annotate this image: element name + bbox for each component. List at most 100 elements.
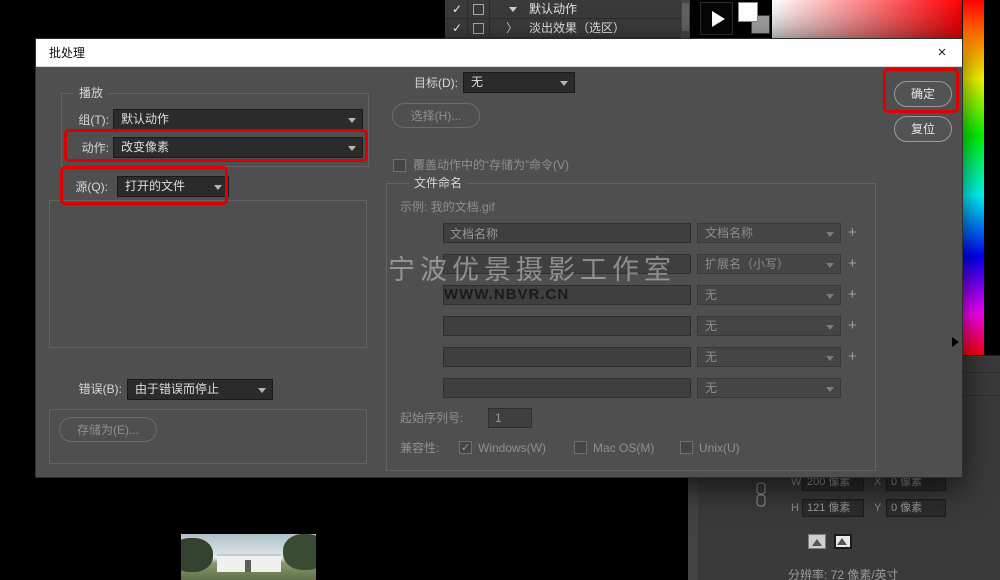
naming-select-value: 无 [705, 381, 717, 395]
chevron-down-icon [826, 387, 834, 392]
action-row-fade-effect[interactable]: ✓ 〉 淡出效果（选区） [445, 19, 681, 38]
naming-field-4[interactable] [443, 316, 691, 336]
hue-slider[interactable] [963, 0, 984, 356]
hue-marker-icon[interactable] [952, 337, 959, 347]
color-swatches-icon[interactable] [737, 1, 773, 37]
chevron-down-icon [560, 81, 568, 86]
naming-select-2[interactable]: 扩展名（小写） [697, 254, 841, 274]
dialog-toggle-icon[interactable] [473, 4, 484, 15]
naming-field-1[interactable] [443, 223, 691, 243]
column-divider [467, 0, 468, 19]
naming-select-6[interactable]: 无 [697, 378, 841, 398]
y-label: Y [874, 499, 881, 517]
tree-shape [283, 534, 316, 570]
macos-label: Mac OS(M) [593, 438, 654, 459]
actions-panel: ✓ 默认动作 ✓ 〉 淡出效果（选区） [445, 0, 681, 38]
naming-select-3[interactable]: 无 [697, 285, 841, 305]
chevron-down-icon [826, 263, 834, 268]
close-button[interactable]: × [922, 39, 962, 67]
compatibility-label: 兼容性: [400, 438, 439, 459]
tree-shape [181, 538, 213, 572]
framed-image-icon[interactable] [834, 534, 852, 549]
check-icon[interactable]: ✓ [452, 2, 462, 17]
macos-checkbox[interactable] [574, 441, 587, 454]
resolution-readout: 分辨率: 72 像素/英寸 [788, 566, 899, 580]
action-label[interactable]: 淡出效果（选区） [529, 21, 625, 36]
color-picker-field[interactable] [772, 0, 962, 38]
naming-select-value: 文档名称 [705, 226, 753, 240]
chevron-down-icon [348, 118, 356, 123]
annotation-box-action-row [64, 129, 368, 162]
dialog-titlebar[interactable]: 批处理 × [36, 39, 962, 67]
mountain-icon [837, 538, 847, 545]
override-checkbox[interactable] [393, 159, 406, 172]
group-label: 组(T): [54, 110, 109, 131]
naming-select-value: 无 [705, 319, 717, 333]
destination-dropdown[interactable]: 无 [463, 72, 575, 93]
column-divider [467, 19, 468, 38]
collapse-chevron-icon[interactable]: 〉 [506, 21, 518, 36]
destination-label: 目标(D): [388, 73, 458, 94]
naming-select-value: 无 [705, 288, 717, 302]
play-button[interactable] [700, 2, 733, 35]
serial-input[interactable] [488, 408, 532, 428]
windows-label: Windows(W) [478, 438, 546, 459]
plus-label: + [848, 254, 857, 274]
unix-checkbox[interactable] [680, 441, 693, 454]
plus-label: + [848, 223, 857, 243]
choose-button[interactable]: 选择(H)... [392, 103, 480, 128]
expand-triangle-icon[interactable] [509, 7, 517, 12]
windows-checkbox[interactable]: ✓ [459, 441, 472, 454]
error-dropdown[interactable]: 由于错误而停止 [127, 379, 273, 400]
plus-label: + [848, 316, 857, 336]
naming-field-6[interactable] [443, 378, 691, 398]
annotation-box-source [60, 166, 228, 205]
document-thumbnail [181, 534, 316, 580]
plus-label: + [848, 285, 857, 305]
check-icon[interactable]: ✓ [452, 21, 462, 36]
chevron-down-icon [826, 325, 834, 330]
chevron-down-icon [826, 356, 834, 361]
foreground-color-chip[interactable] [738, 2, 758, 22]
door-shape [245, 560, 251, 572]
y-field[interactable]: 0 像素 [886, 499, 946, 517]
annotation-box-ok [883, 68, 959, 113]
reset-button[interactable]: 复位 [894, 116, 952, 142]
group-dropdown-value: 默认动作 [121, 112, 169, 126]
watermark-studio-name: 宁波优景摄影工作室 [388, 248, 676, 287]
chevron-down-icon [826, 294, 834, 299]
naming-select-1[interactable]: 文档名称 [697, 223, 841, 243]
action-row-default-actions[interactable]: ✓ 默认动作 [445, 0, 681, 19]
destination-dropdown-value: 无 [471, 75, 483, 89]
column-divider [489, 0, 490, 19]
height-field[interactable]: 121 像素 [802, 499, 864, 517]
play-icon [712, 11, 725, 27]
serial-label: 起始序列号: [400, 408, 463, 429]
plus-label: + [848, 347, 857, 367]
save-as-button[interactable]: 存储为(E)... [59, 417, 157, 442]
scrollbar-thumb[interactable] [682, 3, 689, 31]
naming-field-5[interactable] [443, 347, 691, 367]
naming-example: 示例: 我的文档.gif [400, 197, 495, 218]
unix-label: Unix(U) [699, 438, 740, 459]
chevron-down-icon [826, 232, 834, 237]
actions-scrollbar[interactable] [681, 0, 690, 38]
naming-select-5[interactable]: 无 [697, 347, 841, 367]
chevron-down-icon [258, 388, 266, 393]
group-dropdown[interactable]: 默认动作 [113, 109, 363, 130]
naming-select-value: 无 [705, 350, 717, 364]
column-divider [489, 19, 490, 38]
override-label: 覆盖动作中的“存储为”命令(V) [413, 155, 569, 176]
mountain-icon [812, 539, 822, 546]
dialog-toggle-icon[interactable] [473, 23, 484, 34]
error-label: 错误(B): [50, 379, 122, 400]
height-label: H [791, 499, 799, 517]
file-naming-legend: 文件命名 [409, 176, 467, 190]
naming-select-4[interactable]: 无 [697, 316, 841, 336]
photoshop-screen: ✓ 默认动作 ✓ 〉 淡出效果（选区） W [0, 0, 1000, 580]
error-dropdown-value: 由于错误而停止 [135, 382, 219, 396]
link-dimensions-icon[interactable] [755, 482, 767, 508]
watermark-url: WWW.NBVR.CN [444, 286, 569, 303]
action-set-label[interactable]: 默认动作 [529, 2, 577, 17]
image-thumbnail-icon[interactable] [808, 534, 826, 549]
